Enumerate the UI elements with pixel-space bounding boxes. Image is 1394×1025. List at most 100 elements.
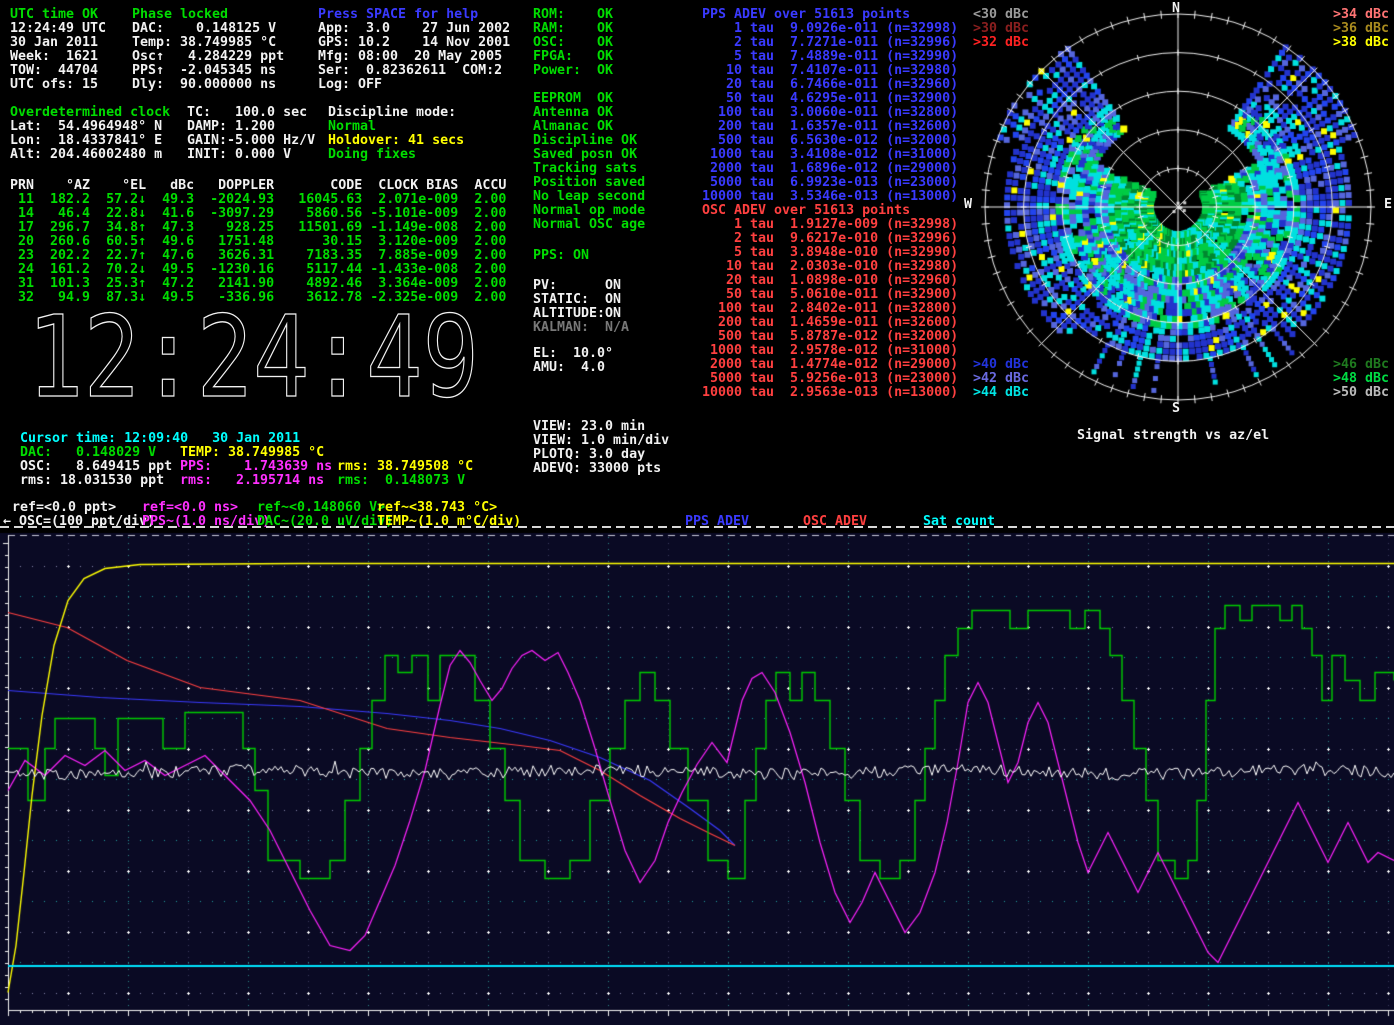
eeprom-status: EEPROM OK xyxy=(533,92,613,106)
damp-value: DAMP: 1.200 xyxy=(187,120,275,134)
pps_adev-row-5: 50 tau 4.6295e-011 (n=32900) xyxy=(702,92,958,106)
cursor-temp: TEMP: 38.749985 °C xyxy=(180,446,324,460)
pps_adev-row-6: 100 tau 3.0060e-011 (n=32800) xyxy=(702,106,958,120)
sat-table-row-0: 11 182.2 57.2↓ 49.3 -2024.93 16045.63 2.… xyxy=(10,193,506,207)
fixes-status: Doing fixes xyxy=(328,148,416,162)
sat-table-header: PRN °AZ °EL dBc DOPPLER CODE CLOCK BIAS … xyxy=(10,179,506,193)
longitude: Lon: 18.4337841° E xyxy=(10,134,162,148)
cursor-osc: OSC: 8.649415 ppt xyxy=(20,460,172,474)
osc_adev-row-6: 100 tau 2.8402e-011 (n=32800) xyxy=(702,302,958,316)
leap-status: No leap second xyxy=(533,190,645,204)
adev-queue: ADEVQ: 33000 pts xyxy=(533,462,661,476)
gps-tow: TOW: 44704 xyxy=(10,64,98,78)
dac-ref: ref~<0.148060 V> xyxy=(257,501,385,515)
help-hint: Press SPACE for help xyxy=(318,8,478,22)
osc_adev-row-1: 2 tau 9.6217e-010 (n=32996) xyxy=(702,232,958,246)
sat-table-row-6: 31 101.3 25.3↑ 47.2 2141.90 4892.46 3.36… xyxy=(10,277,506,291)
osc_adev-row-10: 2000 tau 1.4774e-012 (n=29000) xyxy=(702,358,958,372)
kalman-mode: KALMAN: N/A xyxy=(533,321,629,335)
sat-table-row-1: 14 46.4 22.8↓ 41.6 -3097.29 5860.56 -5.1… xyxy=(10,207,506,221)
pps_adev-row-10: 2000 tau 1.6896e-012 (n=29000) xyxy=(702,162,958,176)
position-status: Position saved xyxy=(533,176,645,190)
utc-offset: UTC ofs: 15 xyxy=(10,78,98,92)
dly-value: Dly: 90.000000 ns xyxy=(132,78,276,92)
osc_adev-row-9: 1000 tau 2.9578e-012 (n=31000) xyxy=(702,344,958,358)
view-div: VIEW: 1.0 min/div xyxy=(533,434,669,448)
pps_adev-row-12: 10000 tau 3.5346e-013 (n=13000) xyxy=(702,190,958,204)
pps_adev-row-8: 500 tau 6.5630e-012 (n=32000) xyxy=(702,134,958,148)
pps_adev-row-9: 1000 tau 3.4108e-012 (n=31000) xyxy=(702,148,958,162)
lady-heather-screen: UTC time OK12:24:49 UTC30 Jan 2011Week: … xyxy=(0,0,1394,1025)
cursor-time: Cursor time: 12:09:40 30 Jan 2011 xyxy=(20,432,300,446)
saved-posn-status: Saved posn OK xyxy=(533,148,637,162)
phase-status: Phase locked xyxy=(132,8,228,22)
osc_adev-row-2: 5 tau 3.8948e-010 (n=32990) xyxy=(702,246,958,260)
big-clock-digits: 12:24:49 xyxy=(27,306,479,406)
app-version: App: 3.0 27 Jun 2002 xyxy=(318,22,510,36)
pps_adev-row-11: 5000 tau 6.9923e-013 (n=23000) xyxy=(702,176,958,190)
osc-status: OSC: OK xyxy=(533,36,613,50)
altitude: Alt: 204.46002480 m xyxy=(10,148,162,162)
pps_adev-row-0: 1 tau 9.0926e-011 (n=32998) xyxy=(702,22,958,36)
utc-date: 30 Jan 2011 xyxy=(10,36,98,50)
dac-value: DAC: 0.148125 V xyxy=(132,22,276,36)
osc_adev-title: OSC ADEV over 51613 points xyxy=(702,204,910,218)
osc_adev-row-8: 500 tau 5.8787e-012 (n=32000) xyxy=(702,330,958,344)
gain-value: GAIN:-5.000 Hz/V xyxy=(187,134,315,148)
fpga-status: FPGA: OK xyxy=(533,50,613,64)
serial-number: Ser: 0.82362611 COM:2 xyxy=(318,64,502,78)
holdover-status: Holdover: 41 secs xyxy=(328,134,464,148)
osc_adev-row-5: 50 tau 5.0610e-011 (n=32900) xyxy=(702,288,958,302)
tc-value: TC: 100.0 sec xyxy=(187,106,307,120)
sat-table-row-4: 23 202.2 22.7↑ 47.6 3626.31 7183.35 7.88… xyxy=(10,249,506,263)
rom-status: ROM: OK xyxy=(533,8,613,22)
sat-table-row-7: 32 94.9 87.3↓ 49.5 -336.96 3612.78 -2.32… xyxy=(10,291,506,305)
utc-time: 12:24:49 UTC xyxy=(10,22,106,36)
osc-age-status: Normal OSC age xyxy=(533,218,645,232)
power-status: Power: OK xyxy=(533,64,613,78)
strip-chart-canvas[interactable] xyxy=(0,525,1394,1025)
rms-dac: rms: 0.148073 V xyxy=(337,474,465,488)
plot-queue: PLOTQ: 3.0 day xyxy=(533,448,645,462)
pps_adev-title: PPS ADEV over 51613 points xyxy=(702,8,910,22)
temp-value: Temp: 38.749985 °C xyxy=(132,36,276,50)
pps_adev-row-3: 10 tau 7.4107e-011 (n=32980) xyxy=(702,64,958,78)
rms-pps: rms: 2.195714 ns xyxy=(180,474,324,488)
cursor-dac: DAC: 0.148029 V xyxy=(20,446,156,460)
gps-version: GPS: 10.2 14 Nov 2001 xyxy=(318,36,510,50)
big-clock: 12:24:49 xyxy=(25,306,495,406)
pps-ref: ref=<0.0 ns> xyxy=(142,501,238,515)
osc_adev-row-11: 5000 tau 5.9256e-013 (n=23000) xyxy=(702,372,958,386)
altitude-mode: ALTITUDE:ON xyxy=(533,307,621,321)
pps-enable: PPS: ON xyxy=(533,249,589,263)
ram-status: RAM: OK xyxy=(533,22,613,36)
tracking-status: Tracking sats xyxy=(533,162,637,176)
pps_adev-row-1: 2 tau 7.7271e-011 (n=32996) xyxy=(702,36,958,50)
sat-table-row-5: 24 161.2 70.2↓ 49.5 -1230.16 5117.44 -1.… xyxy=(10,263,506,277)
osc-value: Osc↑ 4.284229 ppt xyxy=(132,50,284,64)
osc_adev-row-0: 1 tau 1.9127e-009 (n=32998) xyxy=(702,218,958,232)
el-mask: EL: 10.0° xyxy=(533,347,613,361)
gps-week: Week: 1621 xyxy=(10,50,98,64)
amu-mask: AMU: 4.0 xyxy=(533,361,605,375)
sat-table-row-3: 20 260.6 60.5↑ 49.6 1751.48 30.15 3.120e… xyxy=(10,235,506,249)
osc_adev-row-12: 10000 tau 2.9563e-013 (n=13000) xyxy=(702,386,958,400)
pps_adev-row-2: 5 tau 7.4889e-011 (n=32990) xyxy=(702,50,958,64)
satellite-map-canvas[interactable] xyxy=(960,0,1394,420)
static-mode: STATIC: ON xyxy=(533,293,621,307)
clock-mode: Overdetermined clock xyxy=(10,106,170,120)
view-span: VIEW: 23.0 min xyxy=(533,420,645,434)
pps_adev-row-7: 200 tau 1.6357e-011 (n=32600) xyxy=(702,120,958,134)
discipline-mode-label: Discipline mode: xyxy=(328,106,456,120)
pps-value: PPS↑ -2.045345 ns xyxy=(132,64,276,78)
osc_adev-row-4: 20 tau 1.0898e-010 (n=32960) xyxy=(702,274,958,288)
osc_adev-row-7: 200 tau 1.4659e-011 (n=32600) xyxy=(702,316,958,330)
discipline-status: Discipline OK xyxy=(533,134,637,148)
utc-status: UTC time OK xyxy=(10,8,98,22)
antenna-status: Antenna OK xyxy=(533,106,613,120)
log-status: Log: OFF xyxy=(318,78,382,92)
rms-temp: rms: 38.749508 °C xyxy=(337,460,473,474)
almanac-status: Almanac OK xyxy=(533,120,613,134)
osc_adev-row-3: 10 tau 2.0303e-010 (n=32980) xyxy=(702,260,958,274)
rms-osc: rms: 18.031530 ppt xyxy=(20,474,164,488)
